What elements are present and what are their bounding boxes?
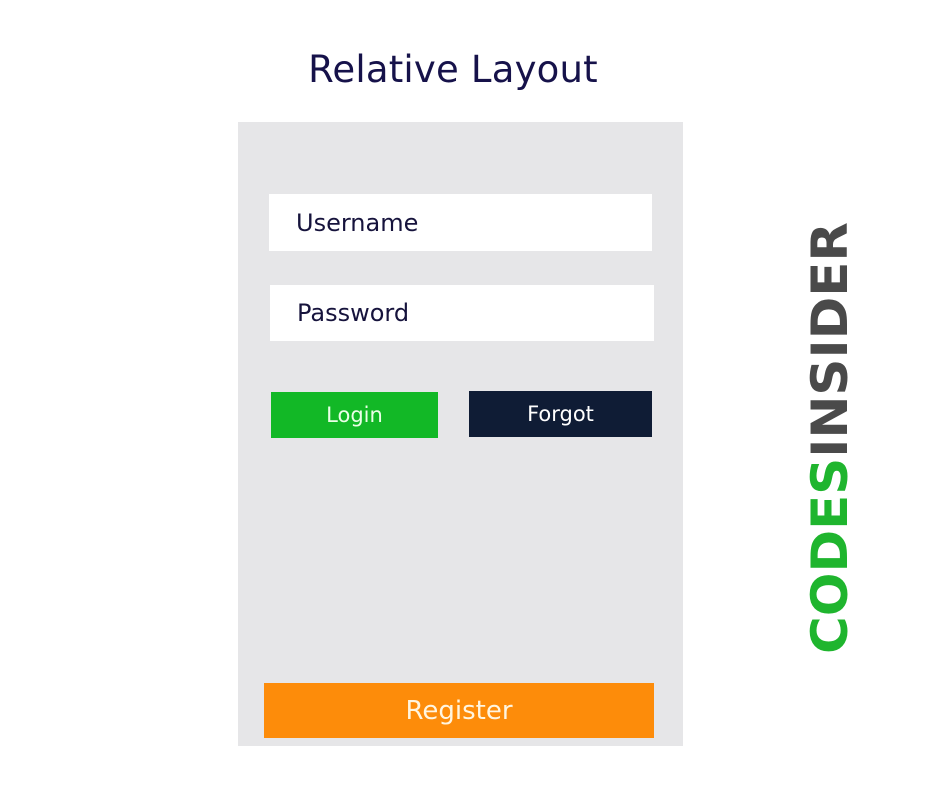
logo-text-insider: INSIDER [807,222,853,458]
logo-text-codes: CODES [807,458,853,654]
password-placeholder: Password [297,299,410,327]
phone-screen-mockup: Username Password Login Forgot Register [238,122,683,746]
password-field[interactable]: Password [270,285,654,341]
login-button[interactable]: Login [271,392,438,438]
diagram-title: Relative Layout [308,48,598,91]
svg-text:CODESINSIDER: CODESINSIDER [807,222,853,654]
register-button[interactable]: Register [264,683,654,738]
username-placeholder: Username [296,208,419,237]
username-field[interactable]: Username [269,194,652,251]
forgot-button[interactable]: Forgot [469,391,652,437]
codesinsider-logo: CODESINSIDER [801,222,859,654]
